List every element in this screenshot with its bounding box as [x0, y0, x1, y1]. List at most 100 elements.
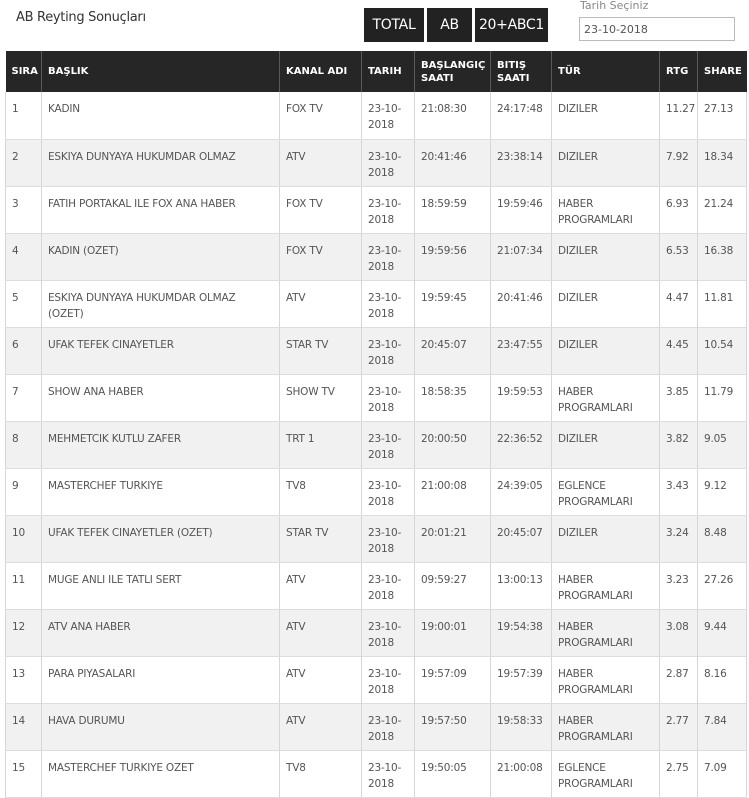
cell-rtg: 4.47: [659, 280, 698, 328]
cell-share: 27.13: [697, 92, 747, 140]
cell-baslangic-saati: 20:01:21: [414, 515, 491, 563]
table-body: 1 KADIN FOX TV 23-10-2018 21:08:30 24:17:48 DI…: [5, 92, 747, 798]
cell-bitis-saati: 20:45:07: [490, 515, 552, 563]
cell-baslangic-saati: 09:59:27: [414, 562, 491, 610]
cell-tur: HABER PROGRAMLARI: [551, 656, 660, 704]
cell-tarih: 23-10-2018: [361, 515, 415, 563]
cell-tarih: 23-10-2018: [361, 703, 415, 751]
cell-rtg: 3.43: [659, 468, 698, 516]
table-row: 10 UFAK TEFEK CINAYETLER (OZET) STAR TV 23-…: [5, 515, 747, 563]
cell-baslangic-saati: 19:57:50: [414, 703, 491, 751]
cell-share: 8.16: [697, 656, 747, 704]
cell-baslangic-saati: 18:58:35: [414, 374, 491, 422]
cell-tarih: 23-10-2018: [361, 327, 415, 375]
col-header-kanal-adi: KANAL ADI: [279, 51, 362, 92]
cell-rtg: 3.82: [659, 421, 698, 469]
cell-sira: 7: [5, 374, 42, 422]
cell-baslangic-saati: 19:50:05: [414, 750, 491, 798]
cell-kanal-adi: FOX TV: [279, 92, 362, 140]
cell-rtg: 6.53: [659, 233, 698, 281]
cell-bitis-saati: 24:39:05: [490, 468, 552, 516]
cell-tur: EGLENCE PROGRAMLARI: [551, 468, 660, 516]
cell-baslangic-saati: 19:57:09: [414, 656, 491, 704]
cell-sira: 11: [5, 562, 42, 610]
cell-baslik: SHOW ANA HABER: [41, 374, 280, 422]
table-row: 2 ESKIYA DUNYAYA HUKUMDAR OLMAZ ATV 23-10-2…: [5, 139, 747, 187]
cell-rtg: 11.27: [659, 92, 698, 140]
cell-rtg: 2.77: [659, 703, 698, 751]
cell-tur: HABER PROGRAMLARI: [551, 609, 660, 657]
cell-bitis-saati: 24:17:48: [490, 92, 552, 140]
tab-total[interactable]: TOTAL: [364, 8, 424, 42]
cell-kanal-adi: FOX TV: [279, 186, 362, 234]
cell-bitis-saati: 21:00:08: [490, 750, 552, 798]
col-header-tur: TÜR: [551, 51, 660, 92]
cell-bitis-saati: 19:54:38: [490, 609, 552, 657]
cell-rtg: 2.87: [659, 656, 698, 704]
cell-sira: 4: [5, 233, 42, 281]
cell-kanal-adi: ATV: [279, 609, 362, 657]
cell-bitis-saati: 19:58:33: [490, 703, 552, 751]
cell-baslangic-saati: 21:00:08: [414, 468, 491, 516]
cell-bitis-saati: 23:47:55: [490, 327, 552, 375]
cell-tur: DIZILER: [551, 327, 660, 375]
col-header-bitis-saati: BITIŞ SAATI: [490, 51, 552, 92]
cell-share: 11.79: [697, 374, 747, 422]
cell-baslangic-saati: 19:59:56: [414, 233, 491, 281]
date-input[interactable]: [579, 17, 735, 41]
cell-tarih: 23-10-2018: [361, 280, 415, 328]
cell-share: 21.24: [697, 186, 747, 234]
cell-share: 9.44: [697, 609, 747, 657]
cell-kanal-adi: SHOW TV: [279, 374, 362, 422]
cell-rtg: 7.92: [659, 139, 698, 187]
tab-20-abc1[interactable]: 20+ABC1: [475, 8, 548, 42]
cell-baslik: UFAK TEFEK CINAYETLER (OZET): [41, 515, 280, 563]
cell-kanal-adi: ATV: [279, 656, 362, 704]
table-row: 12 ATV ANA HABER ATV 23-10-2018 19:00:01 19:5…: [5, 609, 747, 657]
cell-sira: 15: [5, 750, 42, 798]
cell-rtg: 3.08: [659, 609, 698, 657]
cell-bitis-saati: 22:36:52: [490, 421, 552, 469]
cell-sira: 10: [5, 515, 42, 563]
table-row: 7 SHOW ANA HABER SHOW TV 23-10-2018 18:58:35…: [5, 374, 747, 422]
col-header-rtg: RTG: [659, 51, 698, 92]
cell-baslangic-saati: 21:08:30: [414, 92, 491, 140]
cell-sira: 13: [5, 656, 42, 704]
cell-kanal-adi: ATV: [279, 280, 362, 328]
cell-kanal-adi: ATV: [279, 562, 362, 610]
cell-bitis-saati: 19:59:46: [490, 186, 552, 234]
col-header-baslangic-saati: BAŞLANGIÇ SAATI: [414, 51, 491, 92]
cell-tarih: 23-10-2018: [361, 186, 415, 234]
cell-sira: 5: [5, 280, 42, 328]
cell-kanal-adi: STAR TV: [279, 327, 362, 375]
cell-tur: DIZILER: [551, 515, 660, 563]
cell-baslik: HAVA DURUMU: [41, 703, 280, 751]
date-picker-label: Tarih Seçiniz: [580, 0, 649, 12]
cell-share: 7.09: [697, 750, 747, 798]
table-header: SIRA BAŞLIK KANAL ADI TARIH BAŞLANGIÇ SA…: [5, 51, 747, 92]
cell-sira: 14: [5, 703, 42, 751]
cell-tarih: 23-10-2018: [361, 656, 415, 704]
cell-tarih: 23-10-2018: [361, 139, 415, 187]
table-row: 5 ESKIYA DUNYAYA HUKUMDAR OLMAZ (OZET) ATV…: [5, 280, 747, 328]
table-row: 4 KADIN (OZET) FOX TV 23-10-2018 19:59:56 21:…: [5, 233, 747, 281]
cell-kanal-adi: TRT 1: [279, 421, 362, 469]
cell-share: 7.84: [697, 703, 747, 751]
cell-share: 18.34: [697, 139, 747, 187]
cell-sira: 1: [5, 92, 42, 140]
cell-share: 9.05: [697, 421, 747, 469]
cell-rtg: 6.93: [659, 186, 698, 234]
cell-baslangic-saati: 19:00:01: [414, 609, 491, 657]
cell-tarih: 23-10-2018: [361, 374, 415, 422]
cell-tur: HABER PROGRAMLARI: [551, 703, 660, 751]
ratings-table: SIRA BAŞLIK KANAL ADI TARIH BAŞLANGIÇ SA…: [5, 51, 747, 798]
cell-sira: 6: [5, 327, 42, 375]
table-row: 6 UFAK TEFEK CINAYETLER STAR TV 23-10-2018 2…: [5, 327, 747, 375]
cell-tur: DIZILER: [551, 280, 660, 328]
col-header-baslik: BAŞLIK: [41, 51, 280, 92]
cell-sira: 2: [5, 139, 42, 187]
cell-share: 16.38: [697, 233, 747, 281]
tab-ab[interactable]: AB: [427, 8, 472, 42]
cell-tarih: 23-10-2018: [361, 421, 415, 469]
cell-sira: 9: [5, 468, 42, 516]
